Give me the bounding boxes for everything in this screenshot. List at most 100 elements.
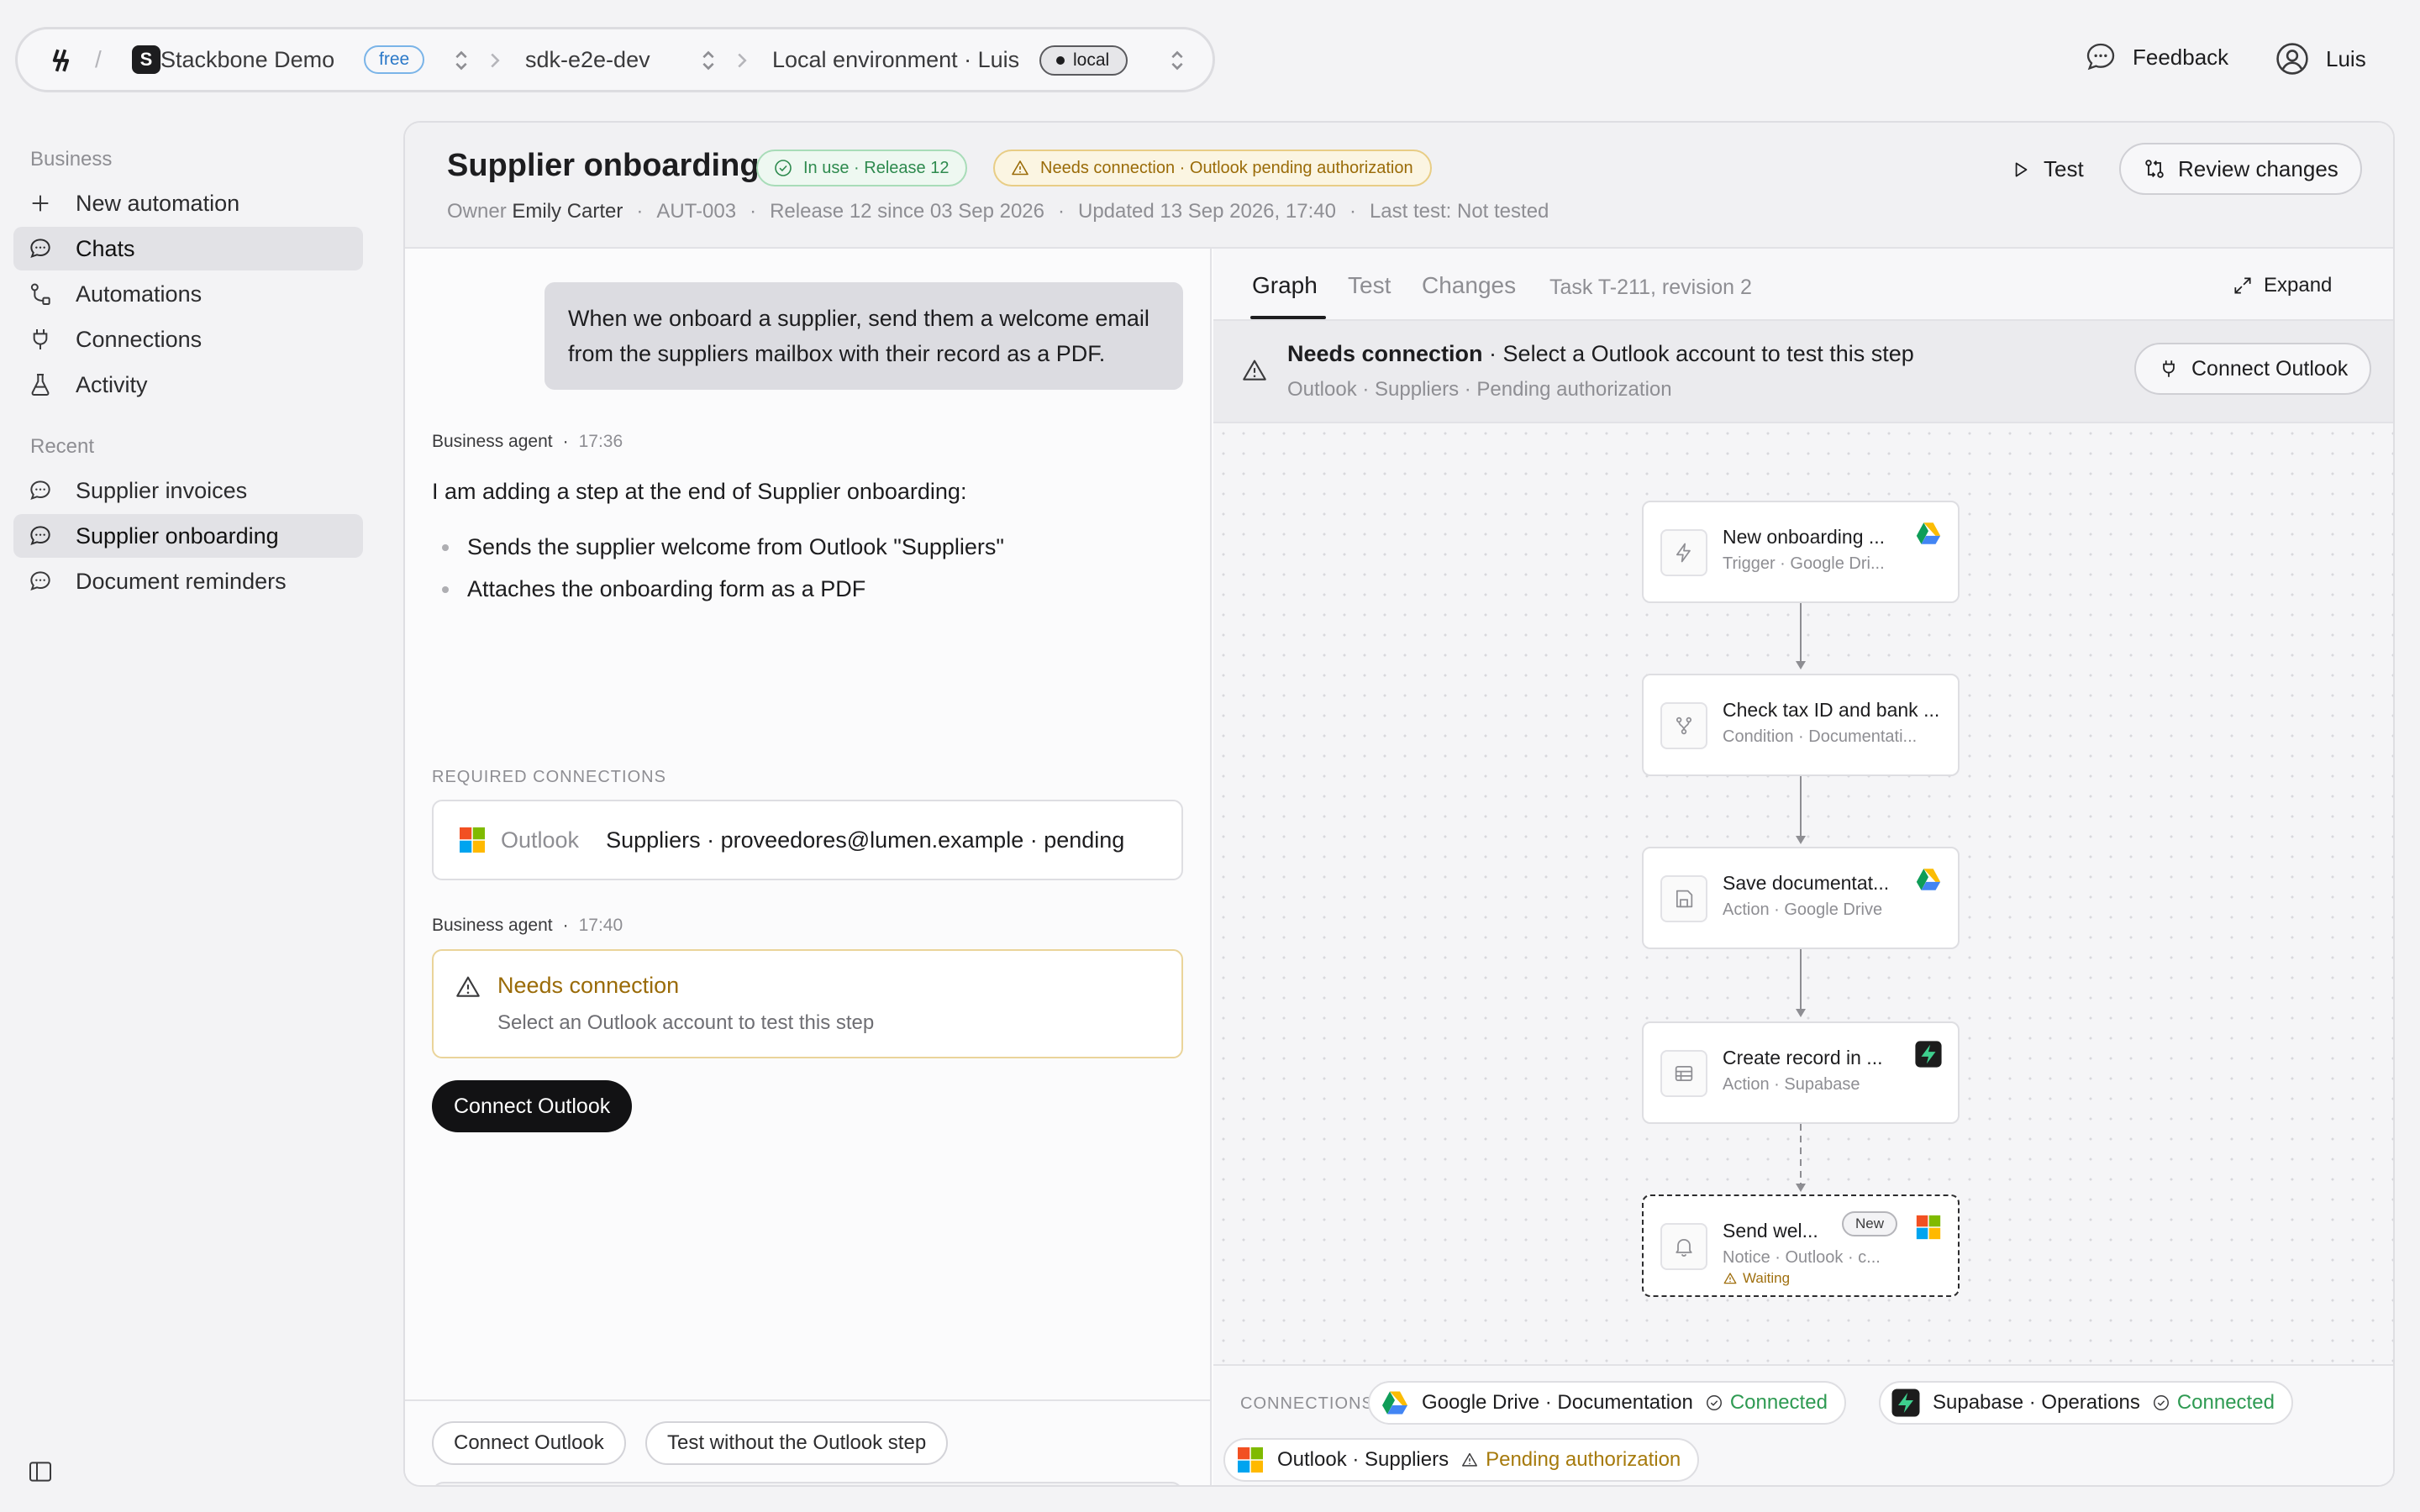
owner-label: Owner	[447, 200, 507, 223]
tab-changes[interactable]: Changes	[1422, 272, 1516, 299]
graph-edge	[1800, 776, 1802, 840]
sidebar-recent-supplier-invoices[interactable]: Supplier invoices	[13, 469, 363, 512]
connection-pill-supabase[interactable]: Supabase · Operations Connected	[1879, 1381, 2293, 1425]
supabase-icon	[1891, 1389, 1920, 1417]
warning-title: Needs connection	[497, 973, 680, 998]
chat-icon	[30, 526, 50, 545]
banner-title: Needs connection · Select a Outlook acco…	[1287, 341, 1914, 367]
agent-message-meta: Business agent · 17:40	[432, 916, 623, 936]
microsoft-outlook-icon	[460, 827, 485, 853]
expand-button[interactable]: Expand	[2232, 274, 2332, 297]
graph-edge	[1800, 949, 1802, 1013]
workflow-icon	[30, 283, 50, 305]
node-title: New onboarding ...	[1723, 526, 1886, 548]
page-title: Supplier onboarding	[447, 148, 760, 183]
list-item-text: Sends the supplier welcome from Outlook …	[467, 534, 1004, 559]
connection-status: Connected	[2152, 1391, 2275, 1415]
sidebar-item-connections[interactable]: Connections	[13, 318, 363, 361]
project-name[interactable]: sdk-e2e-dev	[525, 47, 650, 73]
graph-node-condition[interactable]: Check tax ID and bank ... Condition · Do…	[1642, 674, 1960, 776]
message-time: 17:36	[578, 432, 623, 451]
user-name: Luis	[2326, 45, 2366, 71]
node-icon-box	[1660, 702, 1707, 749]
sidebar-item-activity[interactable]: Activity	[13, 363, 363, 407]
sidebar-item-label: Activity	[76, 371, 148, 397]
supabase-icon	[1915, 1041, 1942, 1068]
sidebar-recent-supplier-onboarding[interactable]: Supplier onboarding	[13, 514, 363, 558]
graph-node-trigger[interactable]: New onboarding ... Trigger · Google Dri.…	[1642, 501, 1960, 603]
play-icon	[2015, 162, 2028, 176]
user-menu[interactable]: Luis	[2274, 40, 2366, 77]
connection-pill-outlook[interactable]: Outlook · Suppliers Pending authorizatio…	[1223, 1438, 1700, 1482]
tab-bar: Graph Test Changes Task T-211, revision …	[1213, 249, 2393, 321]
required-connections-label: REQUIRED CONNECTIONS	[432, 768, 666, 786]
environment-name[interactable]: Local environment · Luis	[772, 47, 1019, 73]
sidebar-item-label: Document reminders	[76, 568, 287, 594]
status-badge: In use · Release 12	[756, 150, 968, 186]
banner-connect-outlook-button[interactable]: Connect Outlook	[2134, 343, 2372, 395]
chevron-right-icon	[738, 53, 747, 68]
agent-name: Business agent	[432, 432, 553, 451]
check-circle-icon	[1706, 1395, 1722, 1410]
connection-name: Google Drive · Documentation	[1422, 1391, 1693, 1414]
node-icon-box	[1660, 1223, 1707, 1270]
graph-node-save-documentation[interactable]: Save documentat... Action · Google Drive	[1642, 847, 1960, 949]
banner-title-strong: Needs connection	[1287, 341, 1483, 366]
node-subtitle: Action · Google Drive	[1723, 900, 1883, 919]
environment-switch-icon[interactable]	[1169, 46, 1186, 75]
sidebar-item-label: Automations	[76, 281, 203, 307]
sidebar-item-chats[interactable]: Chats	[13, 227, 363, 270]
warning-badge: Needs connection · Outlook pending autho…	[993, 150, 1432, 186]
connection-status: Connected	[1705, 1391, 1828, 1415]
sidebar-item-label: New automation	[76, 190, 240, 216]
workspace-switch-icon[interactable]	[453, 46, 470, 75]
environment-badge-label: local	[1073, 50, 1110, 70]
review-changes-button[interactable]: Review changes	[2119, 143, 2362, 195]
chat-panel: When we onboard a supplier, send them a …	[405, 249, 1212, 1485]
expand-label: Expand	[2264, 274, 2333, 297]
workflow-panel: Graph Test Changes Task T-211, revision …	[1213, 249, 2393, 1485]
suggestion-chip-test-without-outlook[interactable]: Test without the Outlook step	[645, 1421, 949, 1465]
warning-subtitle: Select an Outlook account to test this s…	[497, 1011, 875, 1034]
sidebar-recent-document-reminders[interactable]: Document reminders	[13, 559, 363, 603]
test-button[interactable]: Test	[2010, 156, 2084, 182]
sidebar-item-label: Supplier invoices	[76, 477, 248, 503]
table-icon	[1675, 1065, 1693, 1082]
review-changes-label: Review changes	[2178, 155, 2338, 181]
context-switcher: / S Stackbone Demo free sdk-e2e-dev Loca…	[15, 27, 1215, 92]
release-info: Release 12 since 03 Sep 2026	[770, 200, 1044, 223]
app-logo-icon[interactable]	[50, 46, 78, 75]
suggestion-chip-connect-outlook[interactable]: Connect Outlook	[432, 1421, 626, 1465]
message-composer	[432, 1482, 1183, 1485]
graph-node-create-record[interactable]: Create record in ... Action · Supabase	[1642, 1021, 1960, 1124]
plan-badge: free	[364, 45, 425, 74]
user-message: When we onboard a supplier, send them a …	[544, 282, 1183, 390]
connection-pill-google-drive[interactable]: Google Drive · Documentation Connected	[1368, 1381, 1846, 1425]
chat-icon	[30, 480, 50, 500]
tab-test[interactable]: Test	[1348, 272, 1391, 299]
separator: /	[95, 46, 102, 72]
graph-node-send-welcome[interactable]: Send wel... New Notice · Outlook · c... …	[1642, 1194, 1960, 1297]
microsoft-outlook-icon	[1238, 1447, 1263, 1473]
workflow-graph-canvas[interactable]: New onboarding ... Trigger · Google Dri.…	[1213, 423, 2393, 1364]
sidebar-toggle-icon[interactable]	[27, 1458, 54, 1485]
bullet-dot	[442, 585, 449, 593]
meta-separator: ·	[562, 916, 569, 935]
status-badge-label: In use · Release 12	[803, 158, 950, 177]
sidebar-item-new-automation[interactable]: New automation	[13, 181, 363, 225]
project-switch-icon[interactable]	[700, 46, 717, 75]
banner-title-rest: · Select a Outlook account to test this …	[1482, 341, 1914, 366]
warning-icon	[1723, 1273, 1737, 1284]
workspace-avatar: S	[132, 45, 160, 74]
test-button-label: Test	[2044, 156, 2084, 181]
sidebar-item-automations[interactable]: Automations	[13, 272, 363, 316]
sidebar-item-label: Supplier onboarding	[76, 522, 279, 549]
sidebar-section-business: Business	[30, 148, 113, 171]
tab-graph[interactable]: Graph	[1252, 272, 1318, 299]
connect-outlook-button[interactable]: Connect Outlook	[432, 1080, 633, 1132]
required-connection-card[interactable]: Outlook Suppliers · proveedores@lumen.ex…	[432, 800, 1183, 880]
automation-id: AUT-003	[656, 200, 737, 223]
connection-name: Outlook · Suppliers	[1277, 1448, 1449, 1471]
feedback-button[interactable]: Feedback	[2084, 40, 2228, 74]
workspace-name[interactable]: Stackbone Demo	[160, 47, 334, 73]
